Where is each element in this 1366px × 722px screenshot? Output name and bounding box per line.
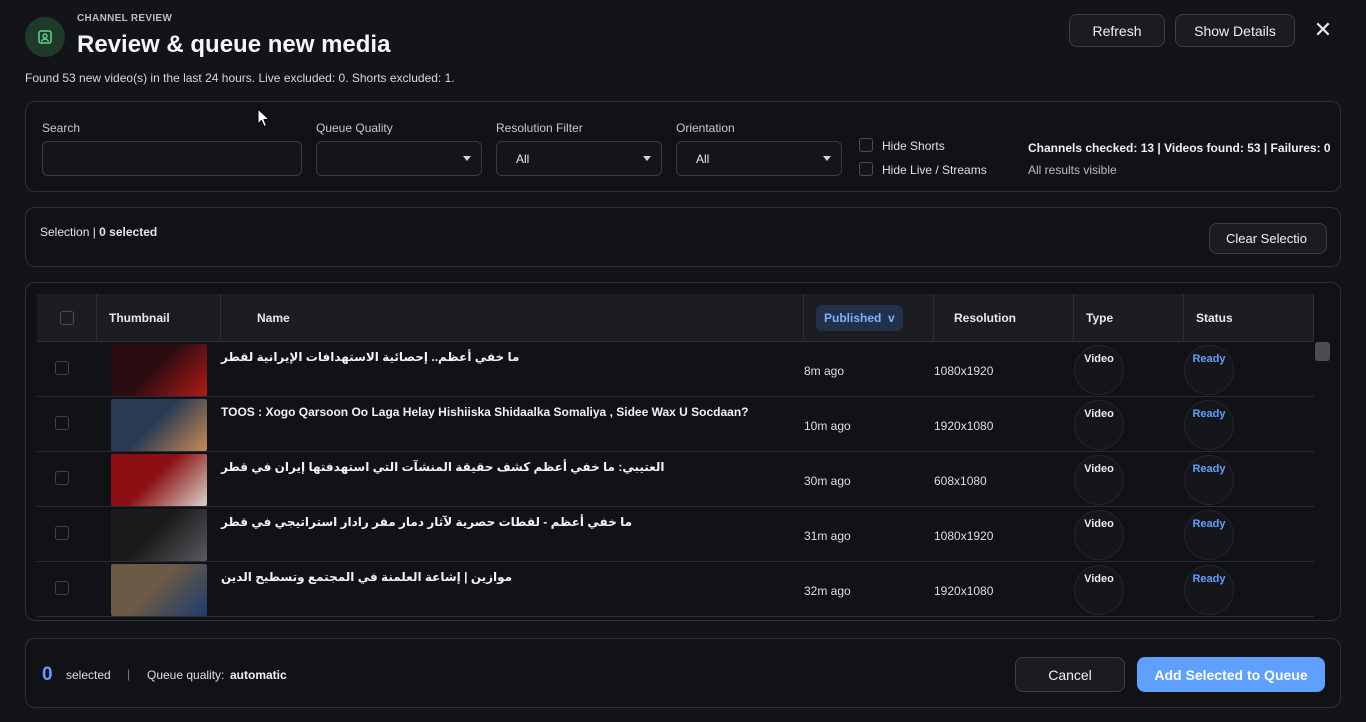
- scan-stats-sub: All results visible: [1028, 163, 1117, 177]
- row-checkbox[interactable]: [55, 526, 69, 540]
- chevron-down-icon: [643, 156, 651, 161]
- footer-selected-label: selected: [66, 668, 111, 682]
- video-name: ما خفي أعظم.. إحصائية الاستهدافات الإيرا…: [221, 350, 520, 364]
- modal-subtitle: Found 53 new video(s) in the last 24 hou…: [25, 71, 455, 85]
- filters-panel: Search Queue Quality Resolution Filter A…: [25, 101, 1341, 192]
- video-thumbnail: [111, 509, 207, 561]
- chevron-down-icon: [823, 156, 831, 161]
- chevron-down-icon: [463, 156, 471, 161]
- selection-count: 0 selected: [99, 225, 158, 239]
- orientation-label: Orientation: [676, 121, 735, 135]
- header-select-cell: [37, 294, 97, 342]
- resolution-filter-value: All: [516, 151, 530, 166]
- select-all-checkbox[interactable]: [59, 311, 74, 325]
- video-resolution: 1920x1080: [934, 419, 994, 433]
- queue-quality-label: Queue Quality: [316, 121, 393, 135]
- add-selected-to-queue-button[interactable]: Add Selected to Queue: [1137, 657, 1325, 692]
- resolution-filter-select[interactable]: All: [496, 141, 662, 176]
- column-type[interactable]: Type: [1074, 294, 1184, 342]
- footer-separator: |: [127, 667, 131, 681]
- modal-title: Review & queue new media: [77, 31, 391, 58]
- selection-panel: Selection | 0 selected Clear Selectio: [25, 207, 1341, 267]
- orientation-select[interactable]: All: [676, 141, 842, 176]
- scan-stats: Channels checked: 13 | Videos found: 53 …: [1028, 141, 1331, 155]
- user-square-icon: [25, 17, 65, 57]
- hide-shorts-checkbox[interactable]: [859, 138, 873, 152]
- review-queue-modal: CHANNEL REVIEW Review & queue new media …: [0, 0, 1366, 722]
- video-resolution: 608x1080: [934, 474, 987, 488]
- search-input[interactable]: [42, 141, 302, 176]
- selection-label: Selection: [40, 225, 90, 239]
- table-row[interactable]: TOOS : Xogo Qarsoon Oo Laga Helay Hishii…: [37, 397, 1314, 452]
- selection-separator: |: [89, 225, 100, 239]
- selection-summary: Selection | 0 selected: [40, 225, 157, 239]
- video-status-badge: Ready: [1184, 400, 1234, 450]
- video-thumbnail: [111, 454, 207, 506]
- video-name: ما خفي أعظم - لقطات حصرية لآثار دمار مقر…: [221, 515, 633, 529]
- row-checkbox[interactable]: [55, 416, 69, 430]
- video-status-badge: Ready: [1184, 345, 1234, 395]
- footer-queue-quality-label: Queue quality:: [147, 668, 225, 682]
- video-status-badge: Ready: [1184, 565, 1234, 615]
- table-row[interactable]: العتيبي: ما خفي أعظم كشف حقيقة المنشآت ا…: [37, 452, 1314, 507]
- video-type-badge: Video: [1074, 345, 1124, 395]
- video-resolution: 1080x1920: [934, 364, 994, 378]
- video-resolution: 1920x1080: [934, 584, 994, 598]
- row-checkbox[interactable]: [55, 471, 69, 485]
- video-type-badge: Video: [1074, 455, 1124, 505]
- table-row[interactable]: ما خفي أعظم.. إحصائية الاستهدافات الإيرا…: [37, 342, 1314, 397]
- video-published: 31m ago: [804, 529, 851, 543]
- column-status[interactable]: Status: [1184, 294, 1314, 342]
- footer-bar: 0 selected | Queue quality: automatic Ca…: [25, 638, 1341, 708]
- column-published[interactable]: Published v: [804, 294, 934, 342]
- media-table-panel: Thumbnail Name Published v Resolution Ty…: [25, 282, 1341, 621]
- row-checkbox[interactable]: [55, 361, 69, 375]
- refresh-button[interactable]: Refresh: [1069, 14, 1165, 47]
- video-published: 30m ago: [804, 474, 851, 488]
- row-checkbox[interactable]: [55, 581, 69, 595]
- published-label: Published: [824, 311, 882, 325]
- video-type-badge: Video: [1074, 565, 1124, 615]
- video-published: 8m ago: [804, 364, 845, 378]
- video-status-badge: Ready: [1184, 455, 1234, 505]
- close-icon[interactable]: ✕: [1311, 17, 1335, 42]
- video-type-badge: Video: [1074, 400, 1124, 450]
- video-name: TOOS : Xogo Qarsoon Oo Laga Helay Hishii…: [221, 405, 749, 419]
- table-scrollbar[interactable]: [1314, 342, 1330, 612]
- hide-live-label: Hide Live / Streams: [882, 163, 987, 177]
- video-thumbnail: [111, 564, 207, 616]
- video-name: موازين | إشاعة العلمنة في المجتمع وتسطيح…: [221, 570, 513, 584]
- video-status-badge: Ready: [1184, 510, 1234, 560]
- footer-queue-quality-value: automatic: [230, 668, 287, 682]
- queue-quality-select[interactable]: [316, 141, 482, 176]
- column-thumbnail: Thumbnail: [97, 294, 221, 342]
- modal-eyebrow: CHANNEL REVIEW: [77, 13, 173, 24]
- cancel-button[interactable]: Cancel: [1015, 657, 1125, 692]
- scrollbar-thumb[interactable]: [1315, 342, 1330, 361]
- orientation-value: All: [696, 151, 710, 166]
- column-resolution[interactable]: Resolution: [934, 294, 1074, 342]
- sort-desc-icon: v: [888, 311, 895, 325]
- video-resolution: 1080x1920: [934, 529, 994, 543]
- video-thumbnail: [111, 344, 207, 396]
- video-type-badge: Video: [1074, 510, 1124, 560]
- hide-live-checkbox[interactable]: [859, 162, 873, 176]
- mouse-cursor-icon: [257, 108, 271, 128]
- search-label: Search: [42, 121, 81, 135]
- video-published: 10m ago: [804, 419, 851, 433]
- table-row[interactable]: ما خفي أعظم - لقطات حصرية لآثار دمار مقر…: [37, 507, 1314, 562]
- hide-shorts-label: Hide Shorts: [882, 139, 945, 153]
- video-thumbnail: [111, 399, 207, 451]
- published-sort-pill[interactable]: Published v: [816, 305, 903, 331]
- table-row[interactable]: موازين | إشاعة العلمنة في المجتمع وتسطيح…: [37, 562, 1314, 617]
- video-name: العتيبي: ما خفي أعظم كشف حقيقة المنشآت ا…: [221, 460, 665, 474]
- show-details-button[interactable]: Show Details: [1175, 14, 1295, 47]
- table-header: Thumbnail Name Published v Resolution Ty…: [37, 294, 1314, 342]
- column-name[interactable]: Name: [221, 294, 804, 342]
- clear-selection-button[interactable]: Clear Selectio: [1209, 223, 1327, 254]
- resolution-filter-label: Resolution Filter: [496, 121, 583, 135]
- video-published: 32m ago: [804, 584, 851, 598]
- footer-selected-count: 0: [42, 664, 53, 685]
